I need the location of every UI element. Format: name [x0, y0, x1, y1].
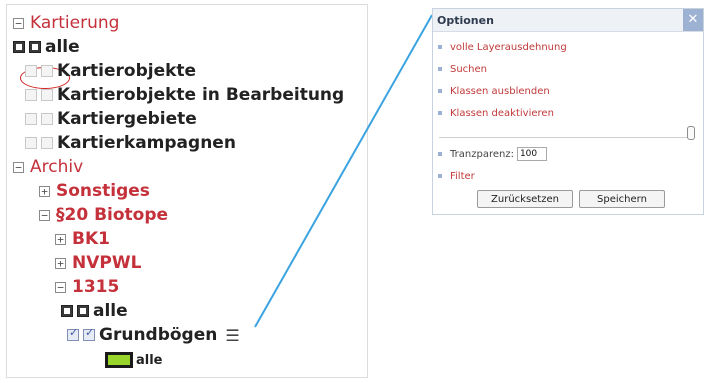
option-layer-extent[interactable]: volle Layerausdehnung [433, 39, 567, 55]
row-label: alle [45, 37, 80, 57]
option-label[interactable]: Filter [450, 171, 475, 182]
layer-label: Kartierkampagnen [57, 133, 236, 153]
layer-checkbox-checked[interactable] [67, 326, 79, 341]
bullet-icon [438, 67, 442, 71]
toggle-all-checkbox-icon[interactable] [77, 305, 89, 317]
layer-checkbox[interactable] [41, 137, 53, 149]
toggle-all-checkbox-icon[interactable] [13, 41, 25, 53]
bullet-icon [438, 111, 442, 115]
layer-label: Kartierobjekte in Bearbeitung [57, 85, 345, 105]
collapse-icon[interactable]: − [55, 281, 66, 293]
tree-layer-kartierobjekte[interactable]: Kartierobjekte [25, 59, 196, 83]
layer-tree: − Kartierung alle Kartierobjekte Kartier… [6, 4, 368, 378]
collapse-icon[interactable]: − [13, 17, 24, 29]
bullet-icon [438, 174, 442, 178]
layer-label: Grundbögen [99, 325, 218, 345]
tree-group-archiv[interactable]: − Archiv [13, 155, 83, 179]
toggle-all-checkbox-icon[interactable] [61, 305, 73, 317]
expand-icon[interactable]: + [39, 185, 50, 197]
layer-checkbox[interactable] [41, 65, 53, 77]
expand-icon[interactable]: + [55, 233, 66, 245]
option-label[interactable]: Suchen [450, 64, 487, 75]
transparency-slider-track[interactable] [439, 137, 687, 138]
option-hide-classes[interactable]: Klassen ausblenden [433, 83, 550, 99]
transparency-input[interactable] [516, 147, 547, 161]
tree-layer-kartierkampagnen[interactable]: Kartierkampagnen [25, 131, 236, 155]
row-label: alle [93, 301, 128, 321]
reset-button[interactable]: Zurücksetzen [477, 190, 573, 208]
tree-layer-grundboegen[interactable]: Grundbögen ☰ [67, 323, 240, 347]
group-label: NVPWL [72, 253, 142, 273]
layer-label: Kartiergebiete [57, 109, 197, 129]
option-filter[interactable]: Filter [433, 168, 475, 184]
group-label: 1315 [72, 277, 120, 297]
tree-group-bk1[interactable]: + BK1 [55, 227, 110, 251]
save-button[interactable]: Speichern [579, 190, 665, 208]
bullet-icon [438, 89, 442, 93]
transparency-row: Tranzparenz: [433, 146, 547, 162]
tree-group-sonstiges[interactable]: + Sonstiges [39, 179, 150, 203]
option-label[interactable]: Klassen ausblenden [450, 86, 550, 97]
layer-checkbox[interactable] [25, 89, 37, 101]
layer-checkbox[interactable] [41, 89, 53, 101]
legend-swatch-icon [105, 352, 133, 368]
layer-checkbox[interactable] [25, 113, 37, 125]
option-label[interactable]: volle Layerausdehnung [450, 42, 567, 53]
layer-label: Kartierobjekte [57, 61, 197, 81]
close-icon[interactable]: ✕ [683, 9, 703, 31]
legend-row: alle [105, 348, 163, 372]
option-search[interactable]: Suchen [433, 61, 487, 77]
tree-group-kartierung[interactable]: − Kartierung [13, 11, 119, 35]
options-panel: Optionen ✕ volle Layerausdehnung Suchen … [432, 8, 704, 215]
group-label: Archiv [30, 157, 84, 177]
collapse-icon[interactable]: − [39, 209, 50, 221]
panel-title: Optionen [437, 14, 494, 27]
option-disable-classes[interactable]: Klassen deaktivieren [433, 105, 554, 121]
group-label: §20 Biotope [56, 205, 169, 225]
layer-checkbox[interactable] [41, 113, 53, 125]
layer-checkbox-checked[interactable] [83, 326, 95, 341]
option-label[interactable]: Klassen deaktivieren [450, 108, 554, 119]
tree-row-alle[interactable]: alle [13, 35, 80, 59]
legend-label: alle [136, 352, 163, 368]
tree-layer-kartiergebiete[interactable]: Kartiergebiete [25, 107, 197, 131]
group-label: BK1 [72, 229, 110, 249]
panel-header: Optionen ✕ [433, 9, 703, 32]
layer-checkbox[interactable] [25, 137, 37, 149]
menu-icon[interactable]: ☰ [225, 326, 239, 345]
group-label: Sonstiges [56, 181, 150, 201]
transparency-label: Tranzparenz: [450, 148, 514, 160]
tree-group-biotope[interactable]: − §20 Biotope [39, 203, 168, 227]
tree-layer-kartierobjekte-bearbeitung[interactable]: Kartierobjekte in Bearbeitung [25, 83, 344, 107]
collapse-icon[interactable]: − [13, 161, 24, 173]
tree-group-1315[interactable]: − 1315 [55, 275, 119, 299]
transparency-slider-handle[interactable] [687, 126, 695, 140]
tree-group-nvpwl[interactable]: + NVPWL [55, 251, 141, 275]
layer-checkbox[interactable] [25, 65, 37, 77]
expand-icon[interactable]: + [55, 257, 66, 269]
tree-row-alle-2[interactable]: alle [61, 299, 128, 323]
bullet-icon [438, 152, 442, 156]
toggle-all-checkbox-icon[interactable] [29, 41, 41, 53]
group-label: Kartierung [30, 13, 120, 33]
bullet-icon [438, 45, 442, 49]
